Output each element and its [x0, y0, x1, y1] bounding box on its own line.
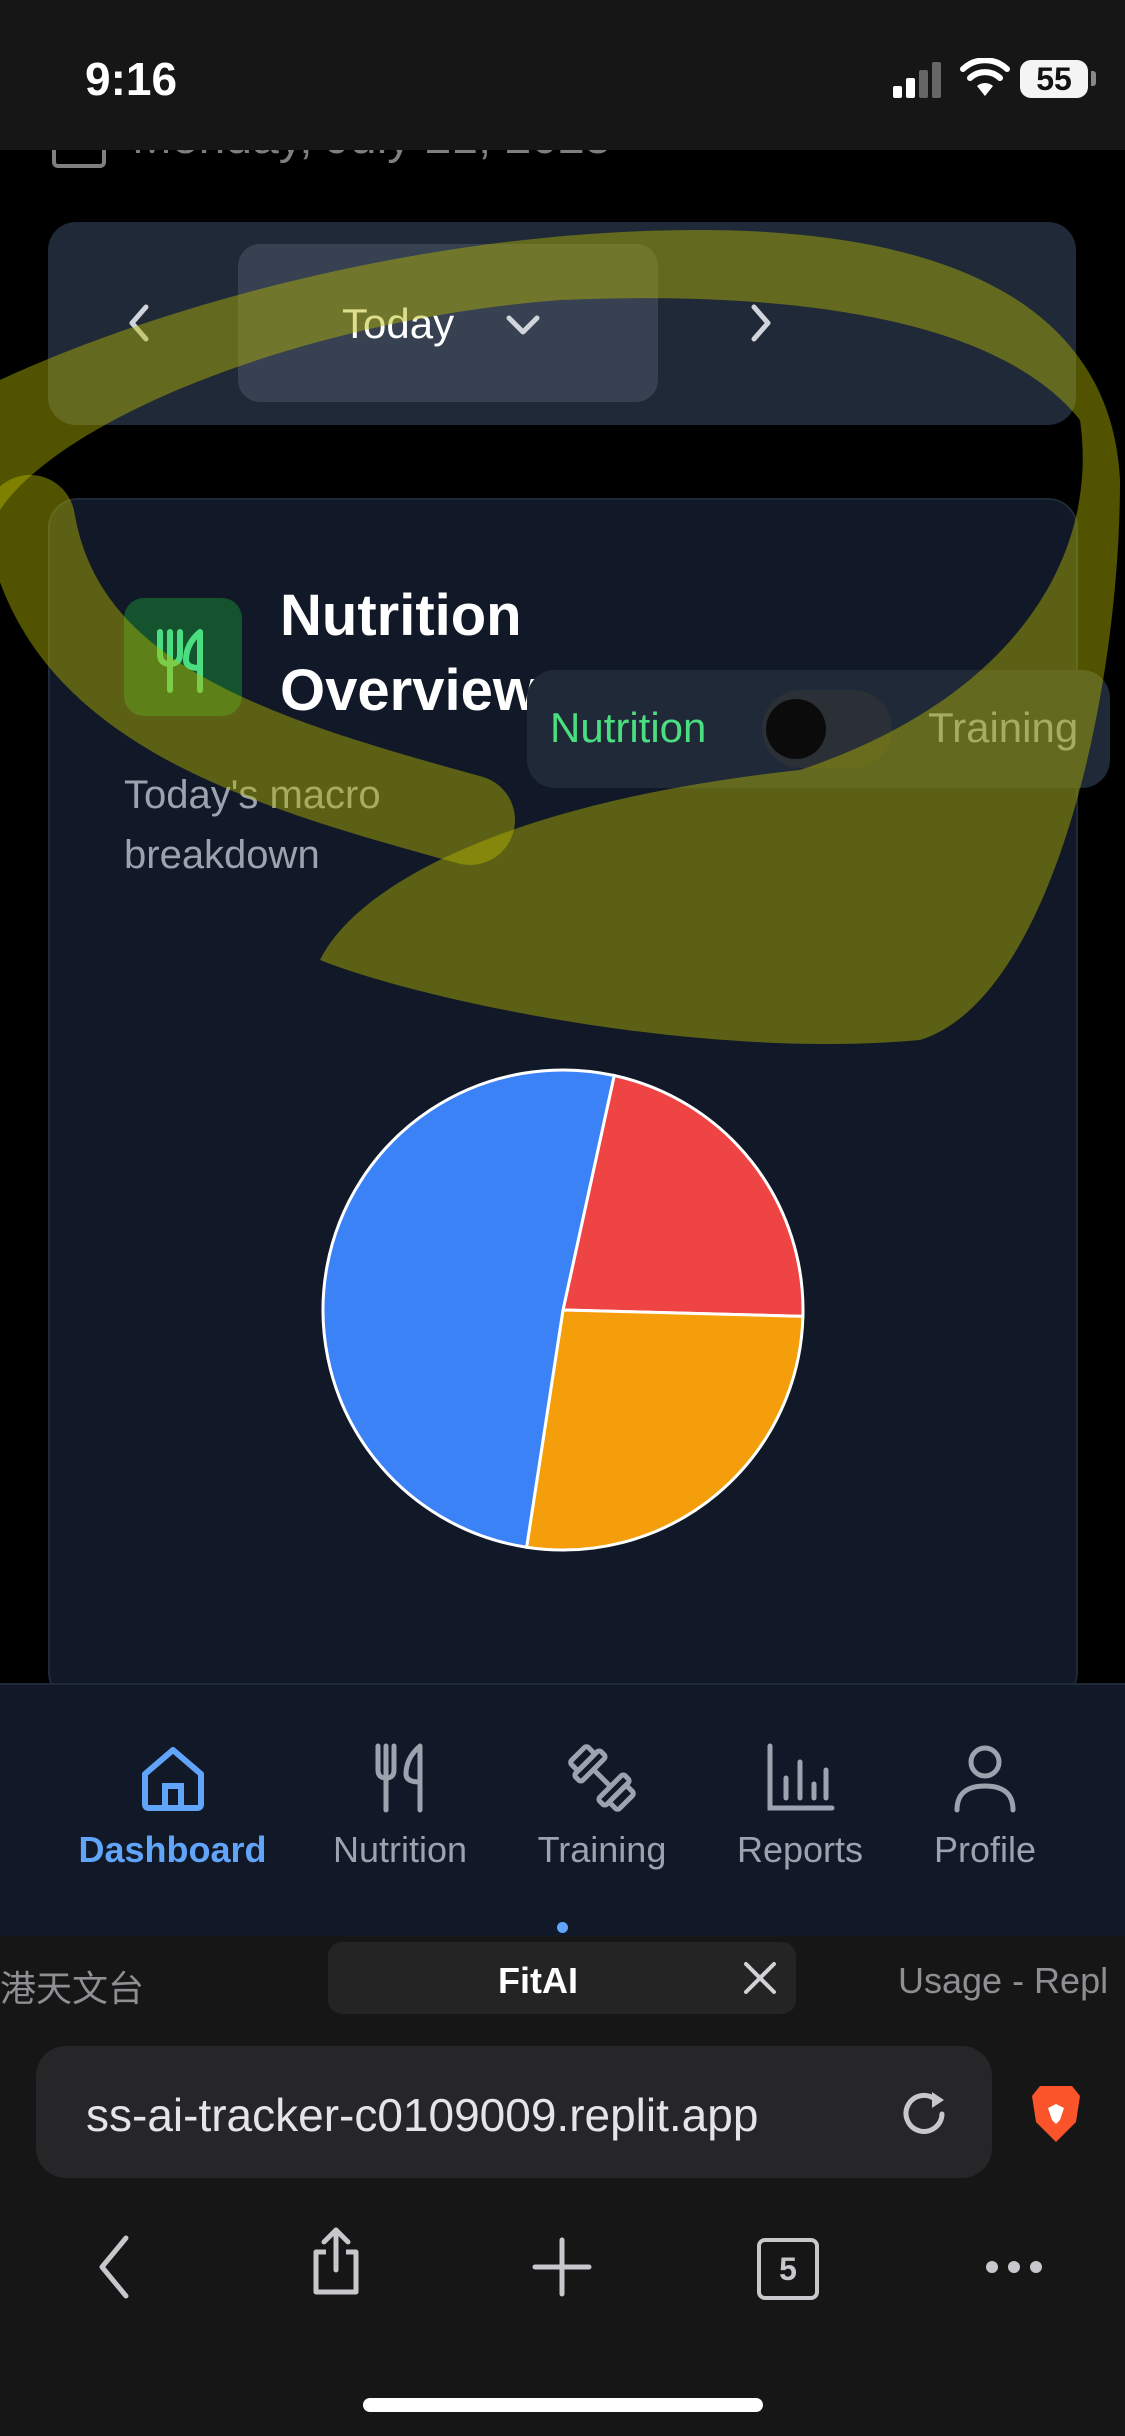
nav-label-training: Training	[537, 1829, 667, 1870]
nav-item-reports[interactable]: Reports	[720, 1740, 880, 1871]
user-icon	[954, 1745, 1016, 1813]
browser-tab-right[interactable]: Usage - Repl	[898, 1960, 1125, 2002]
new-tab-plus-icon[interactable]	[532, 2232, 592, 2302]
home-indicator	[363, 2398, 763, 2412]
home-icon	[141, 1747, 204, 1811]
wifi-icon	[960, 58, 1010, 96]
page-indicator-dot	[557, 1922, 568, 1933]
nav-label-profile: Profile	[933, 1829, 1037, 1870]
today-label: Today	[342, 300, 455, 347]
status-bar-overlap	[0, 98, 1125, 150]
toggle-knob[interactable]	[766, 699, 826, 759]
next-day-chevron-icon[interactable]	[746, 303, 776, 343]
day-navigator	[48, 222, 1076, 425]
nav-item-profile[interactable]: Profile	[910, 1740, 1060, 1871]
pie-slice-1	[524, 1308, 805, 1552]
nav-label-dashboard: Dashboard	[78, 1829, 267, 1870]
browser-tab-left[interactable]: 港天文台	[0, 1960, 144, 2012]
fork-knife-icon	[375, 1743, 423, 1813]
share-icon[interactable]	[306, 2226, 366, 2296]
browser-tab-active-label: FitAI	[498, 1960, 578, 2001]
nav-label-reports: Reports	[736, 1829, 864, 1870]
cellular-signal-icon	[893, 62, 941, 98]
toggle-nutrition-label[interactable]: Nutrition	[550, 704, 706, 752]
toggle-training-label[interactable]: Training	[928, 704, 1078, 752]
close-icon[interactable]	[742, 1960, 778, 1996]
brave-lion-icon[interactable]	[1026, 2082, 1086, 2146]
nav-item-nutrition[interactable]: Nutrition	[320, 1740, 480, 1871]
back-icon[interactable]	[94, 2232, 134, 2302]
chevron-down-icon	[506, 315, 540, 335]
card-title: Nutrition Overview	[280, 583, 538, 723]
url-text[interactable]: ss-ai-tracker-c0109009.replit.app	[86, 2088, 866, 2142]
battery-tip	[1091, 71, 1096, 86]
tab-count-button[interactable]: 5	[757, 2238, 819, 2300]
bar-chart-icon	[767, 1743, 835, 1811]
nav-label-nutrition: Nutrition	[332, 1829, 468, 1870]
battery-indicator: 55	[1020, 60, 1088, 98]
macro-pie-chart	[321, 1068, 805, 1552]
nav-item-training[interactable]: Training	[522, 1740, 682, 1871]
more-options-icon[interactable]	[984, 2252, 1044, 2282]
card-subtitle: Today's macro breakdown	[124, 773, 381, 877]
prev-day-chevron-icon[interactable]	[124, 303, 154, 343]
reload-icon[interactable]	[896, 2086, 952, 2142]
card-fork-knife-icon	[124, 598, 242, 716]
nav-item-dashboard[interactable]: Dashboard	[70, 1740, 275, 1871]
dumbbell-icon	[568, 1744, 636, 1812]
